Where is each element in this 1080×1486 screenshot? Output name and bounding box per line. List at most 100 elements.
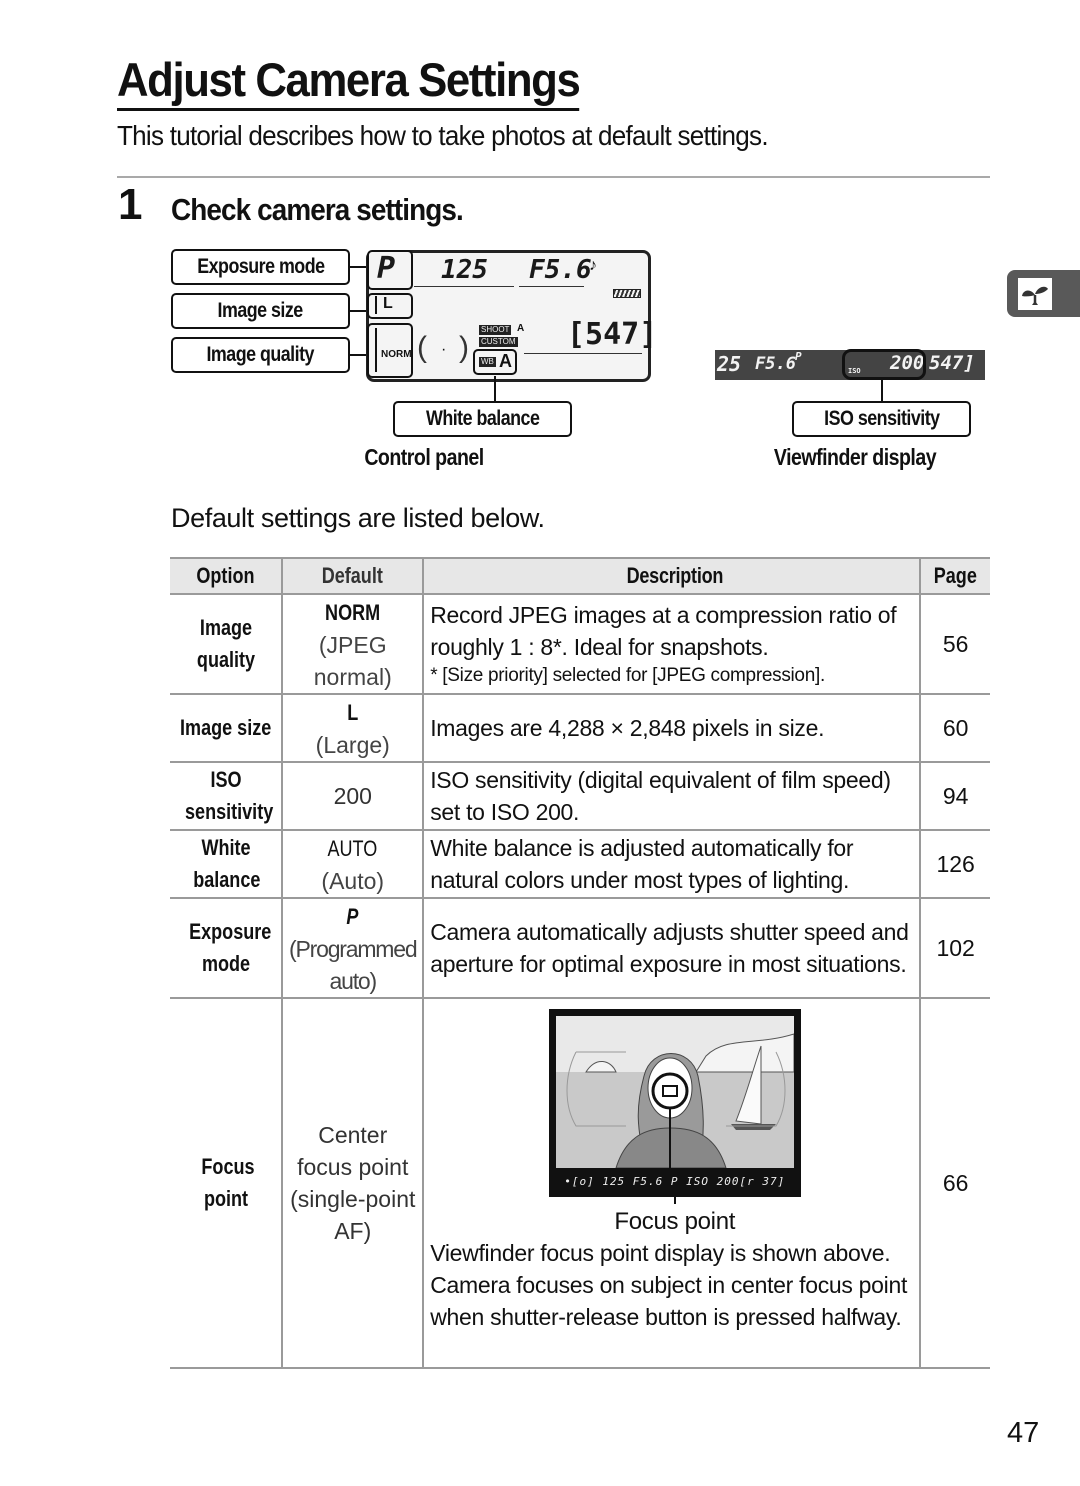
custom-tag: CUSTOM (479, 337, 518, 347)
option-label: White balance (192, 835, 261, 892)
lcd-aperture: F5.6 (529, 255, 592, 285)
header-default: Default (281, 557, 424, 595)
description-cell: ISO sensitivity (digital equivalent of f… (422, 762, 921, 831)
vf-mode: P (795, 350, 802, 363)
vf-aperture: F5.6 (755, 354, 796, 374)
description-cell: Camera automatically adjusts shutter spe… (422, 898, 921, 999)
lcd-quality: NORM (381, 349, 412, 360)
callout-label: Image size (217, 299, 304, 322)
control-panel-caption: Control panel (364, 444, 484, 470)
option-label: Image size (180, 715, 272, 740)
focus-point-caption: Focus point (614, 1208, 736, 1235)
af-area-bracket-left: ( (417, 331, 427, 364)
shoot-bank: A (517, 323, 525, 334)
default-cell: 200 (281, 762, 424, 831)
default-text: Center focus point (single-point AF) (290, 1122, 416, 1244)
page-cell: 126 (919, 830, 990, 899)
header-page: Page (919, 557, 990, 595)
option-label: Exposure mode (188, 919, 271, 976)
lcd-size: L (383, 295, 393, 312)
default-code: P (346, 903, 359, 929)
description-cell: Record JPEG images at a compression rati… (422, 594, 921, 695)
header-label: Default (322, 563, 384, 588)
lcd-remaining: [547] (567, 317, 658, 352)
step-number: 1 (118, 180, 143, 229)
page-cell: 94 (919, 762, 990, 831)
description-cell: White balance is adjusted automatically … (422, 830, 921, 899)
wb-tag: WB (479, 357, 496, 367)
underline (524, 353, 642, 354)
page-title: Adjust Camera Settings (117, 52, 581, 111)
viewfinder-scene (555, 1016, 794, 1168)
lcd-shutter: 125 (441, 255, 488, 285)
callout-label: Image quality (206, 343, 315, 366)
option-cell: Exposure mode (170, 898, 283, 999)
viewfinder-caption: Viewfinder display (773, 444, 937, 470)
description-text: Record JPEG images at a compression rati… (430, 602, 897, 660)
battery-icon (613, 289, 641, 298)
callout-iso-sensitivity: ISO sensitivity (792, 401, 971, 437)
page-cell: 56 (919, 594, 990, 695)
control-panel-lcd: P 125 F5.6 ♪ L NORM ( · ) SHOOT A CUSTOM… (366, 250, 657, 382)
header-label: Page (934, 563, 978, 588)
sprout-icon (1018, 278, 1052, 310)
defaults-intro: Default settings are listed below. (171, 503, 545, 533)
option-cell: White balance (170, 830, 283, 899)
option-cell: Focus point (170, 998, 283, 1369)
leader-line (881, 380, 883, 402)
iso-highlight (842, 349, 926, 380)
option-label: Focus point (201, 1154, 255, 1211)
default-text: (JPEG normal) (313, 631, 392, 690)
header-label: Option (196, 563, 255, 588)
table-row: Focus point Center focus point (single-p… (170, 998, 990, 1369)
option-label: ISO sensitivity (184, 767, 273, 824)
portrait-illustration (566, 1033, 794, 1168)
page-cell: 60 (919, 694, 990, 763)
default-text: 200 (333, 783, 372, 809)
table-row: White balance AUTO (Auto) White balance … (170, 830, 990, 899)
default-code: L (347, 699, 359, 725)
page-subtitle: This tutorial describes how to take phot… (117, 120, 769, 151)
default-code: NORM (325, 599, 381, 625)
wb-value: A (499, 351, 512, 371)
default-text: (Auto) (321, 867, 385, 894)
underline (519, 286, 584, 287)
table-row: ISO sensitivity 200 ISO sensitivity (dig… (170, 762, 990, 831)
underline (414, 286, 514, 287)
table-header-row: Option Default Description Page (170, 557, 990, 595)
callout-image-size: Image size (171, 293, 350, 329)
af-area-dot: · (441, 341, 447, 358)
description-cell: Images are 4,288 × 2,848 pixels in size. (422, 694, 921, 763)
chapter-tab[interactable] (1007, 270, 1080, 317)
footnote: * [Size priority] selected for [JPEG com… (430, 665, 825, 686)
viewfinder-focus-image: •[o] 125 F5.6 P ISO 200[r 37] (548, 1009, 801, 1204)
default-text: (Large) (315, 731, 390, 758)
focus-point-pointer (668, 1108, 671, 1168)
default-cell: AUTO (Auto) (281, 830, 424, 899)
default-cell: Center focus point (single-point AF) (281, 998, 424, 1369)
page-cell: 66 (919, 998, 990, 1369)
header-label: Description (626, 563, 723, 588)
default-cell: NORM (JPEG normal) (281, 594, 424, 695)
callout-exposure-mode: Exposure mode (171, 249, 350, 285)
option-label: Image quality (196, 615, 255, 672)
table-row: Exposure mode P (Programmed auto) Camera… (170, 898, 990, 999)
option-cell: ISO sensitivity (170, 762, 283, 831)
callout-label: White balance (425, 407, 540, 430)
table-row: Image size L (Large) Images are 4,288 × … (170, 694, 990, 763)
page-number: 47 (1007, 1417, 1040, 1449)
af-area-bracket-right: ) (459, 331, 469, 364)
default-settings-table: Option Default Description Page Image qu… (170, 557, 990, 1369)
focus-point-pointer (673, 1190, 676, 1204)
default-cell: P (Programmed auto) (281, 898, 424, 999)
option-cell: Image quality (170, 594, 283, 695)
divider (117, 176, 990, 178)
header-description: Description (422, 557, 921, 595)
callout-image-quality: Image quality (171, 337, 350, 373)
segment-bar (375, 296, 377, 314)
step-title: Check camera settings. (171, 192, 464, 227)
option-cell: Image size (170, 694, 283, 763)
segment-bar (375, 328, 377, 372)
shoot-tag: SHOOT (479, 325, 512, 335)
description-cell: •[o] 125 F5.6 P ISO 200[r 37] Focus poin… (422, 998, 921, 1369)
